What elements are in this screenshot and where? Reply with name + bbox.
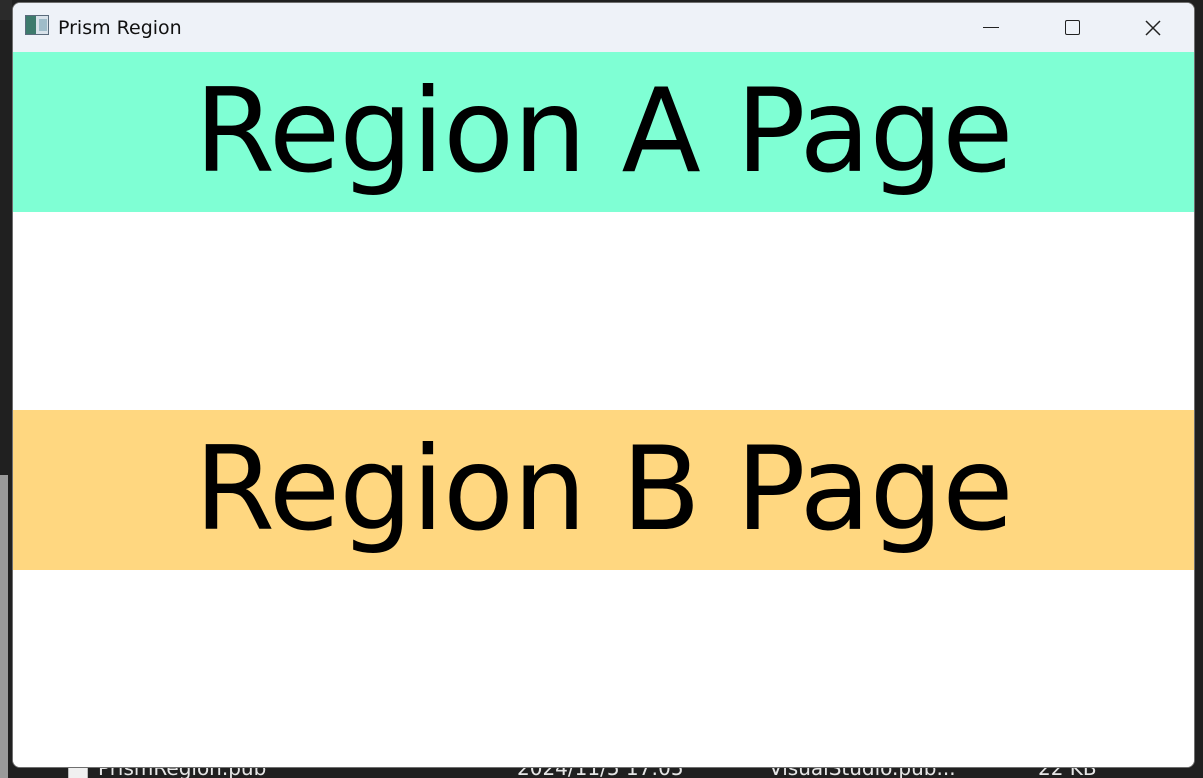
close-button[interactable] [1113,3,1193,52]
region-a-label: Region A Page [194,64,1013,199]
app-window: Prism Region Region A Page Region B Page [12,2,1195,768]
region-b-label: Region B Page [194,422,1013,557]
close-icon [1145,19,1161,36]
background-edge [0,0,12,20]
desktop-background: PrismRegion.pub 2024/11/5 17:05 VisualSt… [0,0,1203,778]
title-bar[interactable]: Prism Region [13,3,1194,52]
region-a-panel: Region A Page [13,52,1194,212]
app-window-icon[interactable] [25,15,49,35]
minimize-icon [983,26,999,29]
background-scrollbar [0,475,8,778]
minimize-button[interactable] [951,3,1031,52]
maximize-button[interactable] [1032,3,1112,52]
window-title: Prism Region [58,17,182,39]
maximize-icon [1064,20,1080,35]
window-content: Region A Page Region B Page [13,52,1194,767]
region-b-panel: Region B Page [13,410,1194,570]
